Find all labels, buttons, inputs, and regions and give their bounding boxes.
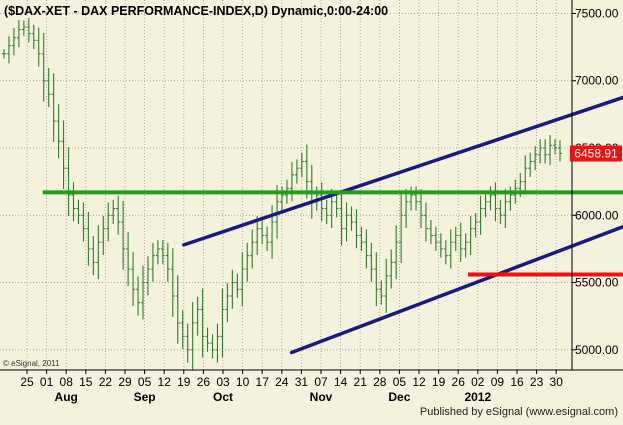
x-tick-label: 25 [20,375,34,389]
chart-title: ($DAX-XET - DAX PERFORMANCE-INDEX,D) Dyn… [4,4,388,18]
last-value-label: 6458.91 [574,147,618,161]
y-tick-label: 6000.00 [575,208,619,222]
x-tick-label: 01 [40,375,54,389]
x-tick-label: 26 [197,375,211,389]
chart-canvas: 5000.005500.006000.006500.007000.007500.… [0,0,623,420]
x-tick-label: 22 [99,375,113,389]
x-tick-label: 07 [314,375,328,389]
x-tick-label: 05 [138,375,152,389]
x-tick-label: 21 [354,375,368,389]
month-label: Dec [388,390,410,404]
x-tick-label: 28 [373,375,387,389]
y-tick-label: 7000.00 [575,74,619,88]
month-label: 2012 [464,390,491,404]
x-tick-label: 09 [491,375,505,389]
x-tick-label: 31 [295,375,309,389]
x-tick-label: 24 [275,375,289,389]
x-tick-label: 15 [79,375,93,389]
last-value-marker: 6458.91 [570,145,622,162]
chart: 5000.005500.006000.006500.007000.007500.… [0,0,623,420]
x-tick-label: 02 [471,375,485,389]
x-tick-label: 05 [393,375,407,389]
copyright-text: © eSignal, 2011 [3,359,60,368]
y-tick-label: 5000.00 [575,343,619,357]
x-tick-label: 17 [256,375,270,389]
month-label: Sep [134,390,156,404]
y-tick-label: 5500.00 [575,276,619,290]
y-tick-label: 7500.00 [575,6,619,20]
published-text: Published by eSignal (www.esignal.com) [420,406,618,418]
month-label: Nov [310,390,333,404]
x-tick-label: 19 [432,375,446,389]
month-label: Aug [55,390,78,404]
x-tick-label: 30 [550,375,564,389]
x-tick-label: 12 [158,375,172,389]
x-tick-label: 03 [216,375,230,389]
x-tick-label: 14 [334,375,348,389]
x-tick-label: 16 [510,375,524,389]
x-tick-label: 12 [412,375,426,389]
month-label: Oct [213,390,233,404]
x-tick-label: 26 [452,375,466,389]
x-tick-label: 19 [177,375,191,389]
x-tick-label: 23 [530,375,544,389]
x-tick-label: 08 [60,375,74,389]
x-tick-label: 29 [118,375,132,389]
x-tick-label: 10 [236,375,250,389]
